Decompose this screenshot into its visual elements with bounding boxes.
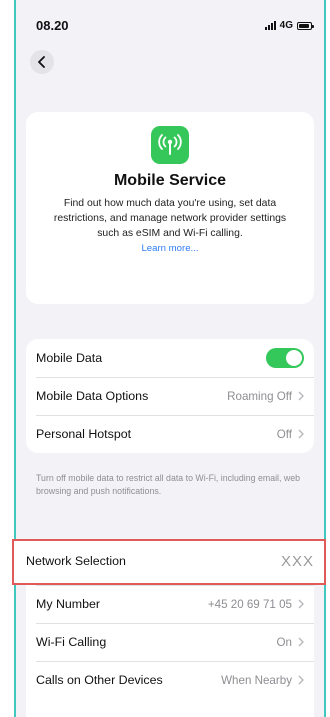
chevron-right-icon — [298, 637, 304, 647]
mobile-data-options-label: Mobile Data Options — [36, 389, 149, 403]
chevron-left-icon — [38, 56, 45, 68]
mobile-data-options-value: Roaming Off — [227, 389, 292, 403]
calls-other-devices-row[interactable]: Calls on Other Devices When Nearby — [26, 661, 314, 699]
network-selection-label: Network Selection — [26, 554, 126, 568]
calls-other-devices-value: When Nearby — [221, 673, 292, 687]
chevron-right-icon — [298, 391, 304, 401]
personal-hotspot-value: Off — [276, 427, 292, 441]
wifi-calling-row[interactable]: Wi-Fi Calling On — [26, 623, 314, 661]
my-number-row[interactable]: My Number +45 20 69 71 05 — [26, 585, 314, 623]
mobile-service-info-card: Mobile Service Find out how much data yo… — [26, 112, 314, 304]
wifi-calling-value: On — [276, 635, 292, 649]
status-bar: 08.20 4G — [16, 18, 324, 40]
network-selection-row[interactable]: Network Selection XXX — [12, 539, 326, 585]
mobile-data-note: Turn off mobile data to restrict all dat… — [36, 473, 301, 496]
network-selection-value: XXX — [280, 553, 314, 570]
my-number-value: +45 20 69 71 05 — [207, 597, 292, 611]
chevron-right-icon — [298, 599, 304, 609]
toggle-knob — [286, 350, 302, 366]
status-indicators: 4G — [264, 20, 314, 31]
chevron-right-icon — [298, 429, 304, 439]
personal-hotspot-label: Personal Hotspot — [36, 427, 132, 441]
phone-screen: 08.20 4G Mobile Service Find out how muc… — [14, 0, 326, 717]
calls-other-devices-label: Calls on Other Devices — [36, 673, 163, 687]
learn-more-link[interactable]: Learn more... — [26, 243, 314, 254]
network-type: 4G — [279, 20, 293, 31]
chevron-right-icon — [298, 675, 304, 685]
mobile-data-group: Mobile Data Mobile Data Options Roaming … — [26, 339, 314, 453]
antenna-icon — [151, 126, 189, 164]
mobile-data-label: Mobile Data — [36, 351, 103, 365]
wifi-calling-label: Wi-Fi Calling — [36, 635, 107, 649]
battery-icon — [297, 21, 314, 30]
info-title: Mobile Service — [113, 172, 227, 189]
my-number-label: My Number — [36, 597, 101, 611]
mobile-data-options-row[interactable]: Mobile Data Options Roaming Off — [26, 377, 314, 415]
personal-hotspot-row[interactable]: Personal Hotspot Off — [26, 415, 314, 453]
mobile-data-row: Mobile Data — [26, 339, 314, 377]
signal-icon — [264, 21, 276, 30]
status-time: 08.20 — [36, 18, 69, 33]
mobile-data-toggle[interactable] — [266, 348, 304, 368]
info-description: Find out how much data you're using, set… — [53, 198, 287, 239]
back-button[interactable] — [30, 50, 54, 74]
